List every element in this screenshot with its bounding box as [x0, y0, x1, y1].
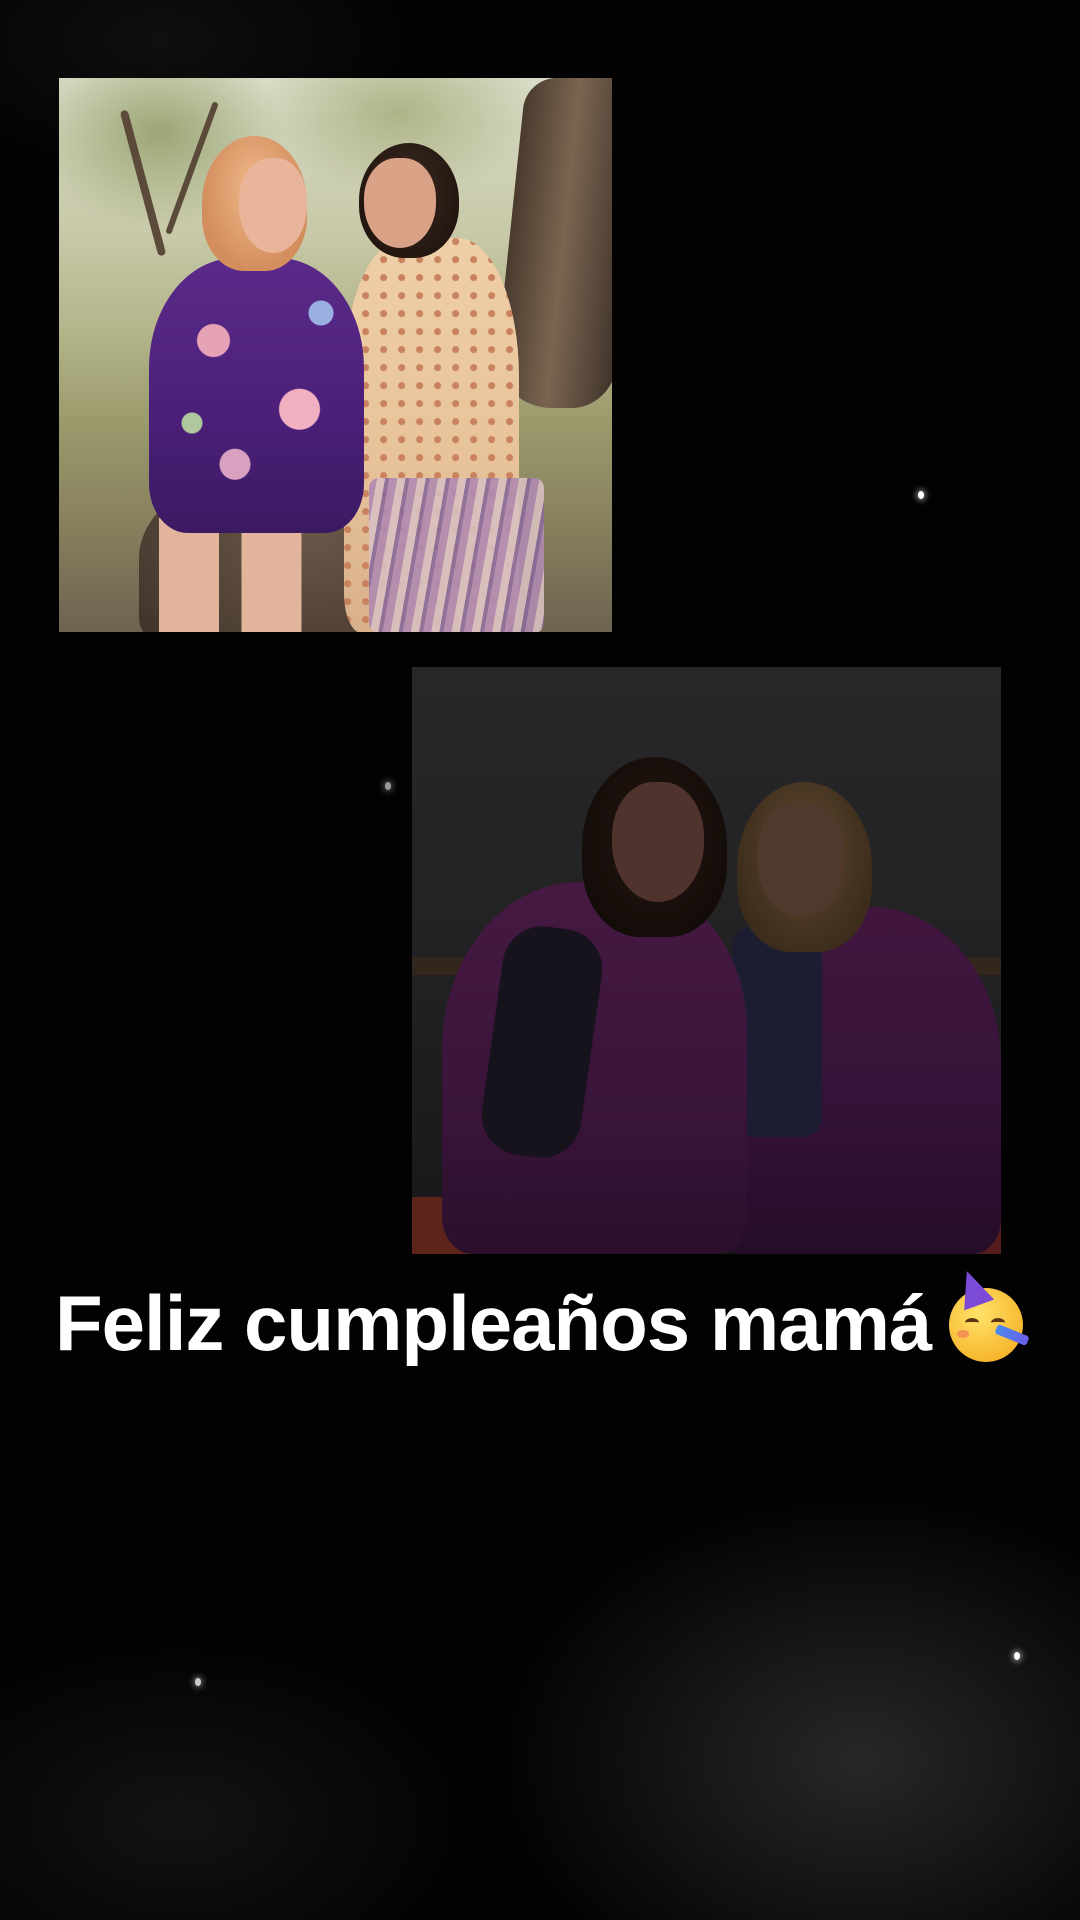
sparkle-decoration — [385, 782, 391, 790]
partying-face-icon — [949, 1265, 1030, 1362]
sparkle-decoration — [1014, 1652, 1020, 1660]
person-right-skirt — [369, 478, 544, 632]
story-caption[interactable]: Feliz cumpleaños mamá — [55, 1265, 1030, 1373]
photo-shade — [412, 667, 1001, 1254]
story-canvas[interactable]: Feliz cumpleaños mamá — [0, 0, 1080, 1920]
caption-text: Feliz cumpleaños mamá — [55, 1278, 932, 1367]
sparkle-decoration — [918, 491, 924, 499]
sparkle-decoration — [195, 1678, 201, 1686]
photo-indoor — [412, 667, 1001, 1254]
person-left-face — [239, 158, 307, 253]
photo-outdoor — [59, 78, 612, 632]
person-right-face — [364, 158, 436, 248]
person-left-legs — [159, 518, 309, 632]
person-left-dress — [149, 258, 364, 533]
